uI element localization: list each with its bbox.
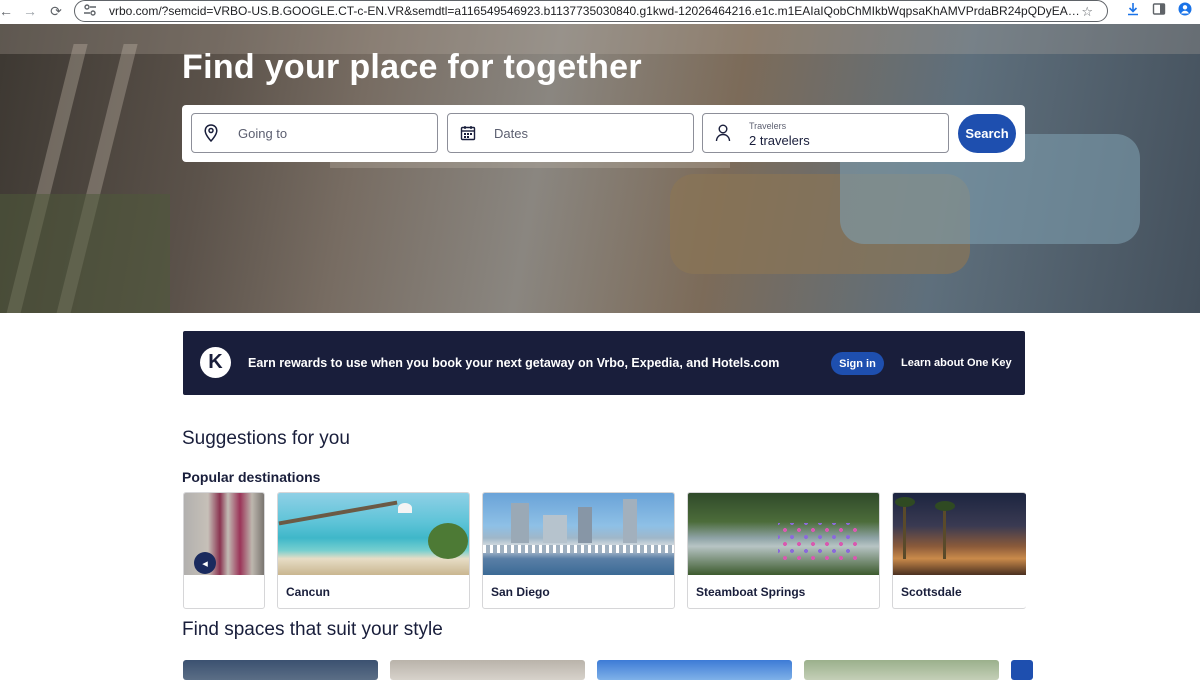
calendar-icon: [460, 125, 480, 141]
destination-name: Steamboat Springs: [696, 585, 806, 599]
destination-placeholder: Going to: [238, 125, 288, 141]
forward-icon[interactable]: →: [20, 1, 40, 21]
style-card[interactable]: [390, 660, 585, 680]
travelers-value: 2 travelers: [749, 132, 810, 148]
download-icon[interactable]: [1126, 2, 1140, 21]
popular-destinations-title: Popular destinations: [182, 469, 321, 485]
bookmark-star-icon[interactable]: ☆: [1081, 4, 1093, 20]
carousel-prev-icon[interactable]: ◂: [194, 552, 216, 574]
destination-card[interactable]: [183, 492, 265, 609]
url-text: vrbo.com/?semcid=VRBO-US.B.GOOGLE.CT-c-E…: [109, 4, 1085, 18]
onekey-logo-icon: K: [200, 347, 231, 378]
reload-icon[interactable]: ⟳: [46, 1, 66, 21]
destination-image: [893, 493, 1026, 575]
destination-card[interactable]: Scottsdale: [892, 492, 1026, 609]
suggestions-title: Suggestions for you: [182, 428, 350, 449]
onekey-banner: K Earn rewards to use when you book your…: [183, 331, 1025, 395]
hero-title: Find your place for together: [182, 48, 642, 86]
travelers-label: Travelers: [749, 120, 787, 131]
destination-image: [278, 493, 469, 575]
profile-avatar-icon[interactable]: [1178, 2, 1192, 21]
styles-title: Find spaces that suit your style: [182, 619, 443, 640]
browser-toolbar: ← → ⟳ vrbo.com/?semcid=VRBO-US.B.GOOGLE.…: [0, 0, 1200, 24]
style-card[interactable]: [804, 660, 999, 680]
travelers-field[interactable]: Travelers 2 travelers: [702, 113, 949, 153]
site-settings-icon[interactable]: [83, 3, 99, 19]
destination-image: [688, 493, 879, 575]
onekey-banner-text: Earn rewards to use when you book your n…: [248, 356, 780, 370]
learn-onekey-link[interactable]: Learn about One Key: [901, 357, 1012, 369]
destination-image: [483, 493, 674, 575]
destination-card[interactable]: Cancun: [277, 492, 470, 609]
style-card[interactable]: [183, 660, 378, 680]
dates-placeholder: Dates: [494, 125, 528, 141]
back-icon[interactable]: ←: [0, 1, 16, 21]
hero-section: Find your place for together Going to Da…: [0, 24, 1200, 313]
side-panel-icon[interactable]: [1152, 2, 1166, 21]
style-card[interactable]: [1011, 660, 1033, 680]
address-bar[interactable]: vrbo.com/?semcid=VRBO-US.B.GOOGLE.CT-c-E…: [74, 0, 1108, 22]
destination-field[interactable]: Going to: [191, 113, 438, 153]
destination-name: Cancun: [286, 585, 331, 599]
style-card[interactable]: [597, 660, 792, 680]
dates-field[interactable]: Dates: [447, 113, 694, 153]
destination-name: Scottsdale: [901, 585, 962, 599]
location-pin-icon: [204, 124, 224, 142]
destination-card[interactable]: San Diego: [482, 492, 675, 609]
destination-card[interactable]: Steamboat Springs: [687, 492, 880, 609]
destination-name: San Diego: [491, 585, 550, 599]
search-form: Going to Dates Travelers 2 travelers Sea…: [182, 105, 1025, 162]
sign-in-button[interactable]: Sign in: [831, 352, 884, 375]
hero-photo-detail: [0, 194, 170, 313]
person-icon: [715, 124, 735, 142]
search-button[interactable]: Search: [958, 114, 1016, 153]
